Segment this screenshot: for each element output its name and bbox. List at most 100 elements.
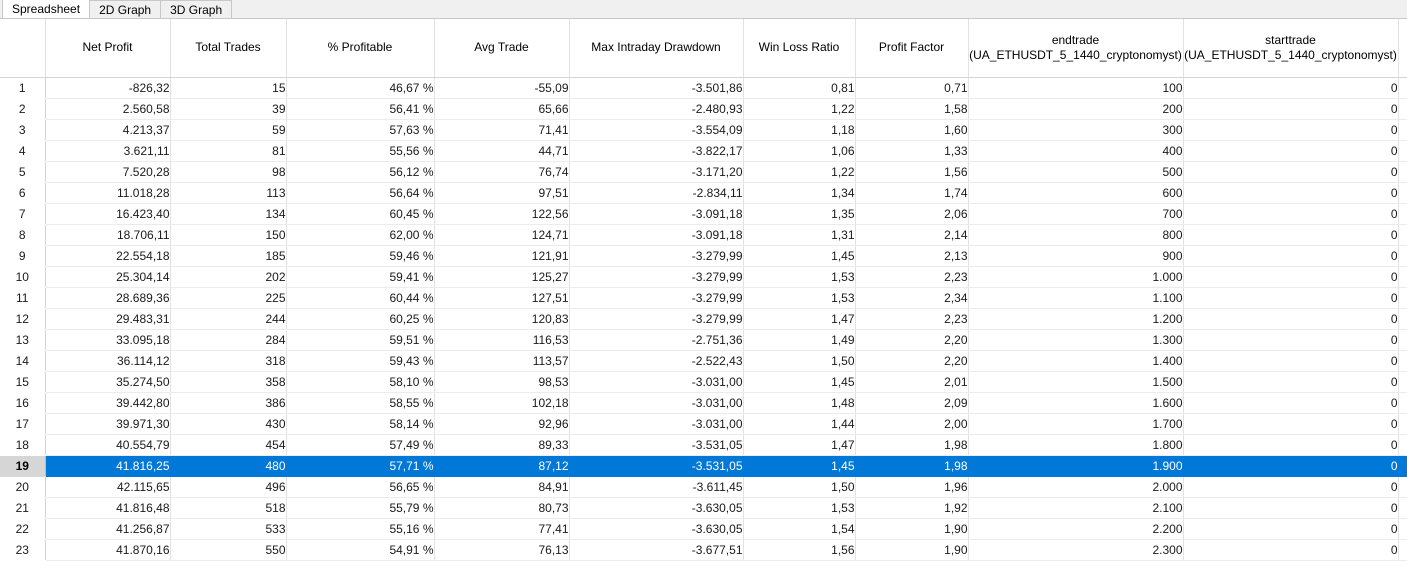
row-number-cell[interactable]: 6 (0, 182, 46, 204)
cell-endtrade[interactable]: 400 (968, 140, 1184, 162)
cell-total-trades[interactable]: 386 (170, 392, 287, 414)
cell-total-trades[interactable]: 318 (170, 350, 287, 372)
cell-max-dd[interactable]: -2.522,43 (569, 350, 744, 372)
cell-endtrade[interactable]: 600 (968, 182, 1184, 204)
cell-endtrade[interactable]: 800 (968, 224, 1184, 246)
cell-win-loss[interactable]: 1,34 (743, 182, 856, 204)
cell-endtrade[interactable]: 100 (968, 77, 1184, 99)
table-row[interactable]: 14 36.114,12 318 59,43 % 113,57 -2.522,43 1,50… (0, 350, 1407, 372)
cell-total-trades[interactable]: 284 (170, 329, 287, 351)
cell-total-trades[interactable]: 480 (170, 455, 287, 477)
cell-pct-profitable[interactable]: 55,56 % (286, 140, 435, 162)
cell-pct-profitable[interactable]: 55,16 % (286, 518, 435, 540)
cell-avg-trade[interactable]: 76,13 (434, 539, 570, 561)
cell-profit-factor[interactable]: 1,60 (855, 119, 969, 141)
cell-profit-factor[interactable]: 2,23 (855, 308, 969, 330)
cell-pct-profitable[interactable]: 57,49 % (286, 434, 435, 456)
cell-endtrade[interactable]: 1.400 (968, 350, 1184, 372)
cell-avg-trade[interactable]: 122,56 (434, 203, 570, 225)
cell-win-loss[interactable]: 1,45 (743, 455, 856, 477)
cell-profit-factor[interactable]: 0,71 (855, 77, 969, 99)
cell-avg-trade[interactable]: 127,51 (434, 287, 570, 309)
cell-net-profit[interactable]: -826,32 (45, 77, 171, 99)
table-row[interactable]: 9 22.554,18 185 59,46 % 121,91 -3.279,99 1,45 2… (0, 245, 1407, 267)
row-number-cell[interactable]: 3 (0, 119, 46, 141)
row-number-cell[interactable]: 16 (0, 392, 46, 414)
cell-total-trades[interactable]: 454 (170, 434, 287, 456)
cell-win-loss[interactable]: 1,53 (743, 287, 856, 309)
cell-profit-factor[interactable]: 2,23 (855, 266, 969, 288)
cell-avg-trade[interactable]: 116,53 (434, 329, 570, 351)
row-number-cell[interactable]: 1 (0, 77, 46, 99)
column-header-starttrade[interactable]: starttrade (UA_ETHUSDT_5_1440_cryptonomys… (1183, 19, 1399, 78)
cell-net-profit[interactable]: 39.971,30 (45, 413, 171, 435)
cell-starttrade[interactable]: 0 (1183, 182, 1399, 204)
cell-max-dd[interactable]: -3.677,51 (569, 539, 744, 561)
cell-avg-trade[interactable]: 97,51 (434, 182, 570, 204)
cell-max-dd[interactable]: -3.279,99 (569, 266, 744, 288)
cell-starttrade[interactable]: 0 (1183, 518, 1399, 540)
cell-endtrade[interactable]: 2.000 (968, 476, 1184, 498)
cell-starttrade[interactable]: 0 (1183, 455, 1399, 477)
cell-starttrade[interactable]: 0 (1183, 350, 1399, 372)
cell-endtrade[interactable]: 1.300 (968, 329, 1184, 351)
cell-win-loss[interactable]: 1,22 (743, 98, 856, 120)
cell-starttrade[interactable]: 0 (1183, 329, 1399, 351)
cell-starttrade[interactable]: 0 (1183, 98, 1399, 120)
cell-max-dd[interactable]: -3.822,17 (569, 140, 744, 162)
cell-total-trades[interactable]: 550 (170, 539, 287, 561)
cell-net-profit[interactable]: 22.554,18 (45, 245, 171, 267)
cell-starttrade[interactable]: 0 (1183, 434, 1399, 456)
cell-pct-profitable[interactable]: 59,46 % (286, 245, 435, 267)
cell-endtrade[interactable]: 1.200 (968, 308, 1184, 330)
cell-avg-trade[interactable]: 125,27 (434, 266, 570, 288)
cell-total-trades[interactable]: 113 (170, 182, 287, 204)
cell-starttrade[interactable]: 0 (1183, 497, 1399, 519)
cell-net-profit[interactable]: 41.816,48 (45, 497, 171, 519)
table-row[interactable]: 2 2.560,58 39 56,41 % 65,66 -2.480,93 1,22 1,58… (0, 98, 1407, 120)
cell-max-dd[interactable]: -3.279,99 (569, 308, 744, 330)
cell-net-profit[interactable]: 33.095,18 (45, 329, 171, 351)
cell-avg-trade[interactable]: 76,74 (434, 161, 570, 183)
cell-pct-profitable[interactable]: 55,79 % (286, 497, 435, 519)
cell-profit-factor[interactable]: 2,06 (855, 203, 969, 225)
row-number-cell[interactable]: 5 (0, 161, 46, 183)
cell-profit-factor[interactable]: 1,96 (855, 476, 969, 498)
cell-avg-trade[interactable]: 102,18 (434, 392, 570, 414)
cell-starttrade[interactable]: 0 (1183, 224, 1399, 246)
cell-max-dd[interactable]: -3.531,05 (569, 455, 744, 477)
table-row[interactable]: 21 41.816,48 518 55,79 % 80,73 -3.630,05 1,53 1… (0, 497, 1407, 519)
cell-profit-factor[interactable]: 1,56 (855, 161, 969, 183)
row-number-cell[interactable]: 9 (0, 245, 46, 267)
cell-starttrade[interactable]: 0 (1183, 161, 1399, 183)
cell-avg-trade[interactable]: 44,71 (434, 140, 570, 162)
table-row[interactable]: 3 4.213,37 59 57,63 % 71,41 -3.554,09 1,18 1,60… (0, 119, 1407, 141)
cell-pct-profitable[interactable]: 54,91 % (286, 539, 435, 561)
cell-win-loss[interactable]: 1,35 (743, 203, 856, 225)
column-header-pct-profitable[interactable]: % Profitable (286, 19, 435, 78)
table-row[interactable]: 1 -826,32 15 46,67 % -55,09 -3.501,86 0,81 0,71… (0, 77, 1407, 99)
cell-pct-profitable[interactable]: 62,00 % (286, 224, 435, 246)
cell-total-trades[interactable]: 225 (170, 287, 287, 309)
cell-total-trades[interactable]: 202 (170, 266, 287, 288)
cell-net-profit[interactable]: 36.114,12 (45, 350, 171, 372)
row-number-cell[interactable]: 13 (0, 329, 46, 351)
cell-max-dd[interactable]: -2.834,11 (569, 182, 744, 204)
cell-pct-profitable[interactable]: 57,71 % (286, 455, 435, 477)
table-row[interactable]: 22 41.256,87 533 55,16 % 77,41 -3.630,05 1,54 1… (0, 518, 1407, 540)
cell-starttrade[interactable]: 0 (1183, 392, 1399, 414)
table-row[interactable]: 16 39.442,80 386 58,55 % 102,18 -3.031,00 1,48… (0, 392, 1407, 414)
row-number-cell[interactable]: 23 (0, 539, 46, 561)
cell-pct-profitable[interactable]: 56,12 % (286, 161, 435, 183)
cell-total-trades[interactable]: 533 (170, 518, 287, 540)
cell-avg-trade[interactable]: 89,33 (434, 434, 570, 456)
cell-max-dd[interactable]: -3.091,18 (569, 224, 744, 246)
cell-starttrade[interactable]: 0 (1183, 413, 1399, 435)
cell-pct-profitable[interactable]: 59,41 % (286, 266, 435, 288)
cell-max-dd[interactable]: -3.531,05 (569, 434, 744, 456)
table-row[interactable]: 11 28.689,36 225 60,44 % 127,51 -3.279,99 1,53… (0, 287, 1407, 309)
cell-total-trades[interactable]: 185 (170, 245, 287, 267)
cell-starttrade[interactable]: 0 (1183, 77, 1399, 99)
cell-win-loss[interactable]: 1,56 (743, 539, 856, 561)
cell-max-dd[interactable]: -3.031,00 (569, 371, 744, 393)
